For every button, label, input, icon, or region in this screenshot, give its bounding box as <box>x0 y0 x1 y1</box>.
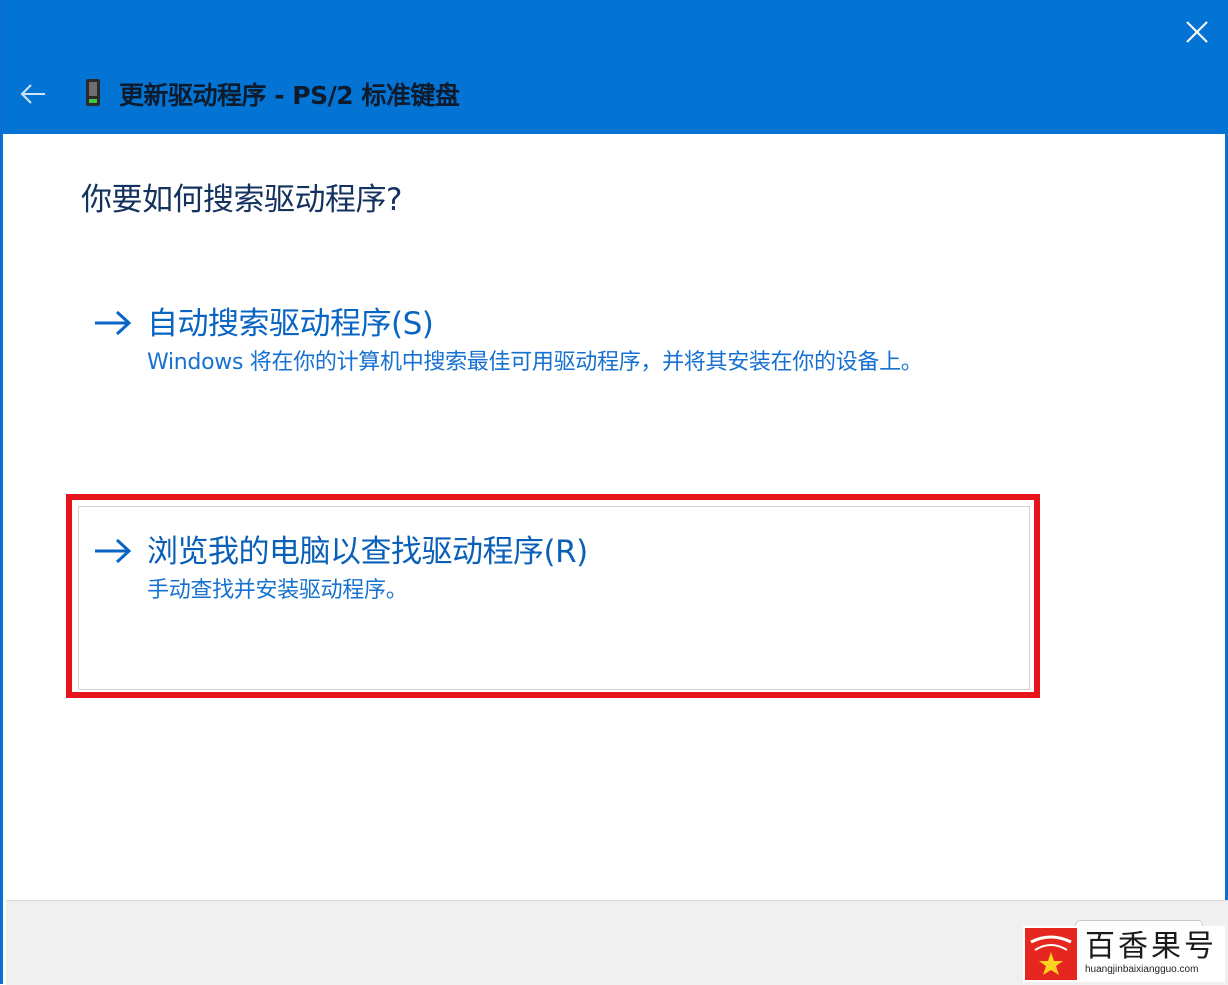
keyboard-device-icon <box>86 79 100 106</box>
auto-search-description: Windows 将在你的计算机中搜索最佳可用驱动程序，并将其安装在你的设备上。 <box>147 350 923 375</box>
watermark: 百香果号 huangjinbaixiangguo.com <box>1023 926 1225 982</box>
watermark-text: 百香果号 huangjinbaixiangguo.com <box>1085 931 1217 977</box>
watermark-logo <box>1025 928 1077 980</box>
browse-computer-title: 浏览我的电脑以查找驱动程序(R) <box>147 534 588 570</box>
browse-computer-option[interactable]: 浏览我的电脑以查找驱动程序(R) 手动查找并安装驱动程序。 <box>89 526 1029 616</box>
watermark-url: huangjinbaixiangguo.com <box>1085 964 1199 975</box>
right-arrow-icon <box>95 538 132 564</box>
watermark-name: 百香果号 <box>1085 929 1217 964</box>
star-logo-icon <box>1030 935 1072 975</box>
back-button[interactable] <box>13 74 53 114</box>
auto-search-title: 自动搜索驱动程序(S) <box>147 306 434 342</box>
window-title: 更新驱动程序 - PS/2 标准键盘 <box>119 81 460 110</box>
close-button[interactable] <box>1177 12 1217 52</box>
update-driver-dialog: 更新驱动程序 - PS/2 标准键盘 你要如何搜索驱动程序? 自动搜索驱动程序(… <box>0 0 1228 985</box>
right-arrow-icon <box>95 310 132 336</box>
browse-computer-description: 手动查找并安装驱动程序。 <box>147 578 408 603</box>
title-bar: 更新驱动程序 - PS/2 标准键盘 <box>3 0 1228 134</box>
back-arrow-icon <box>20 84 45 104</box>
auto-search-option[interactable]: 自动搜索驱动程序(S) Windows 将在你的计算机中搜索最佳可用驱动程序，并… <box>89 298 1029 388</box>
close-icon <box>1186 21 1208 43</box>
page-heading: 你要如何搜索驱动程序? <box>81 182 402 218</box>
